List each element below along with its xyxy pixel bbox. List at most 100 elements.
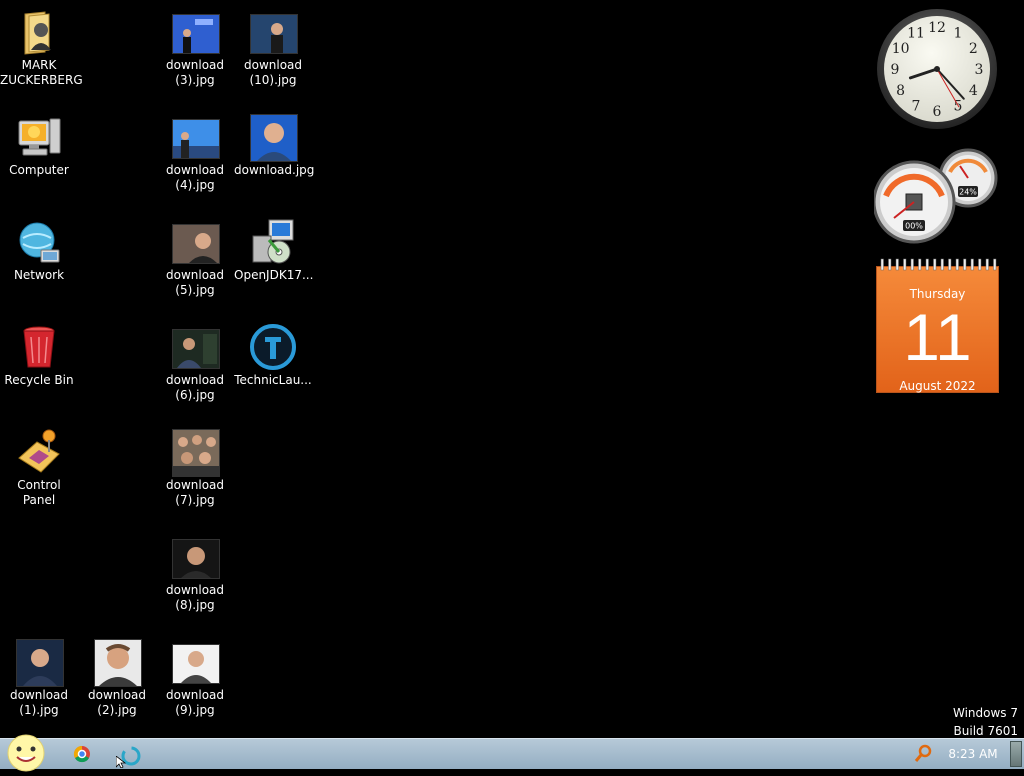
image-thumbnail xyxy=(15,638,64,687)
desktop-icon-label: download (2).jpg xyxy=(87,688,147,717)
desktop-icon-label: download (5).jpg xyxy=(165,268,225,297)
calendar-day-number: 11 xyxy=(903,300,972,374)
clock-number: 2 xyxy=(969,41,978,57)
desktop-icon-download-5[interactable]: download (5).jpg xyxy=(156,210,234,298)
image-thumbnail xyxy=(171,113,220,161)
desktop-icon-download-4[interactable]: download (4).jpg xyxy=(156,105,234,193)
computer-icon xyxy=(15,113,63,161)
desktop-icon-label: download (9).jpg xyxy=(165,688,225,717)
calendar-gadget[interactable]: Thursday 11 August 2022 xyxy=(876,258,999,393)
desktop-icon-label: OpenJDK17... xyxy=(234,268,314,282)
clock-number: 4 xyxy=(969,83,978,99)
calendar-weekday: Thursday xyxy=(909,287,966,301)
calendar-ring xyxy=(910,258,914,271)
desktop-icon-download-6[interactable]: download (6).jpg xyxy=(156,315,234,403)
calendar-ring xyxy=(880,258,884,271)
clock-number: 6 xyxy=(933,104,942,120)
desktop-icon-download-9[interactable]: download (9).jpg xyxy=(156,630,234,718)
image-thumbnail xyxy=(171,323,220,371)
desktop-icon-download-10[interactable]: download (10).jpg xyxy=(234,0,312,88)
desktop-icon-openjdk[interactable]: OpenJDK17... xyxy=(234,210,314,283)
desktop-icon-label: download (3).jpg xyxy=(165,58,225,87)
image-thumbnail xyxy=(249,113,298,162)
desktop-icon-label: Computer xyxy=(9,163,69,177)
image-thumbnail xyxy=(249,8,298,56)
image-thumbnail xyxy=(171,428,220,477)
calendar-ring xyxy=(955,258,959,271)
desktop-icon-recycle-bin[interactable]: Recycle Bin xyxy=(0,315,78,388)
calendar-ring xyxy=(933,258,937,271)
calendar-ring xyxy=(895,258,899,271)
network-icon xyxy=(15,218,63,266)
desktop-icon-label: download (10).jpg xyxy=(243,58,303,87)
desktop-icon-download-8[interactable]: download (8).jpg xyxy=(156,525,234,613)
recycle-bin-icon xyxy=(15,323,63,371)
chrome-taskbar-button[interactable] xyxy=(70,739,94,769)
calendar-ring xyxy=(963,258,967,271)
desktop-icon-label: download (7).jpg xyxy=(165,478,225,507)
clock-number: 12 xyxy=(928,20,946,36)
desktop-icon-label: download (4).jpg xyxy=(165,163,225,192)
desktop-icon-label: download (1).jpg xyxy=(9,688,69,717)
windows-watermark: Windows 7 Build 7601 xyxy=(953,704,1018,740)
cpu-percent-label: 00% xyxy=(905,222,923,231)
desktop-icon-download-1[interactable]: download (1).jpg xyxy=(0,630,78,718)
desktop-icon-mark-zuckerberg[interactable]: MARK ZUCKERBERG xyxy=(0,0,83,88)
clock-number: 11 xyxy=(907,26,925,42)
memory-percent-label: 24% xyxy=(959,188,977,197)
image-thumbnail xyxy=(171,638,220,686)
desktop-icon-label: Recycle Bin xyxy=(4,373,74,387)
start-button[interactable] xyxy=(6,734,46,772)
desktop-icon-label: download.jpg xyxy=(234,163,315,177)
desktop-icon-label: TechnicLau... xyxy=(234,373,312,387)
desktop-icon-download[interactable]: download.jpg xyxy=(234,105,315,178)
folder-icon xyxy=(15,8,63,56)
desktop-icon-network[interactable]: Network xyxy=(0,210,78,283)
image-thumbnail xyxy=(171,533,220,581)
clock-number: 3 xyxy=(975,62,984,78)
calendar-ring xyxy=(888,258,892,271)
cpu-meter-gadget[interactable]: 00% 24% xyxy=(872,148,1000,244)
calendar-ring xyxy=(925,258,929,271)
installer-icon xyxy=(249,218,297,266)
calendar-ring xyxy=(993,258,997,271)
calendar-ring xyxy=(985,258,989,271)
desktop-icon-download-7[interactable]: download (7).jpg xyxy=(156,420,234,508)
clock-number: 8 xyxy=(896,83,905,99)
clock-number: 1 xyxy=(954,26,963,42)
image-thumbnail xyxy=(171,8,220,56)
chrome-icon xyxy=(73,745,90,763)
show-desktop-button[interactable] xyxy=(1010,741,1022,767)
technic-launcher-icon xyxy=(249,323,297,371)
desktop-icon-techniclauncher[interactable]: TechnicLau... xyxy=(234,315,312,388)
mouse-cursor-icon xyxy=(116,756,126,768)
calendar-month-year: August 2022 xyxy=(899,379,976,393)
calendar-ring xyxy=(978,258,982,271)
clock-number: 9 xyxy=(891,62,900,78)
clock-number: 7 xyxy=(912,98,921,114)
desktop-icon-label: download (6).jpg xyxy=(165,373,225,402)
calendar-ring xyxy=(970,258,974,271)
control-panel-icon xyxy=(15,428,63,476)
image-thumbnail xyxy=(171,218,220,266)
calendar-ring xyxy=(948,258,952,271)
clock-gadget[interactable]: 12 1 2 3 4 5 6 7 8 9 10 11 xyxy=(876,8,998,130)
desktop-icon-download-3[interactable]: download (3).jpg xyxy=(156,0,234,88)
calendar-ring xyxy=(940,258,944,271)
calendar-rings xyxy=(880,258,997,271)
desktop-icon-label: download (8).jpg xyxy=(165,583,225,612)
calendar-ring xyxy=(918,258,922,271)
calendar-page: Thursday 11 August 2022 xyxy=(876,266,999,393)
image-thumbnail xyxy=(93,638,142,687)
desktop-icon-control-panel[interactable]: Control Panel xyxy=(0,420,78,508)
calendar-ring xyxy=(903,258,907,271)
clock-number: 10 xyxy=(892,41,910,57)
desktop-icon-computer[interactable]: Computer xyxy=(0,105,78,178)
search-icon[interactable] xyxy=(912,739,934,769)
desktop-icon-label: Control Panel xyxy=(17,478,61,507)
desktop-icon-download-2[interactable]: download (2).jpg xyxy=(78,630,156,718)
taskbar-clock[interactable]: 8:23 AM xyxy=(944,739,1002,769)
desktop-icon-label: Network xyxy=(13,268,65,282)
watermark-os: Windows 7 xyxy=(952,706,1018,720)
taskbar: 8:23 AM xyxy=(0,734,1024,772)
